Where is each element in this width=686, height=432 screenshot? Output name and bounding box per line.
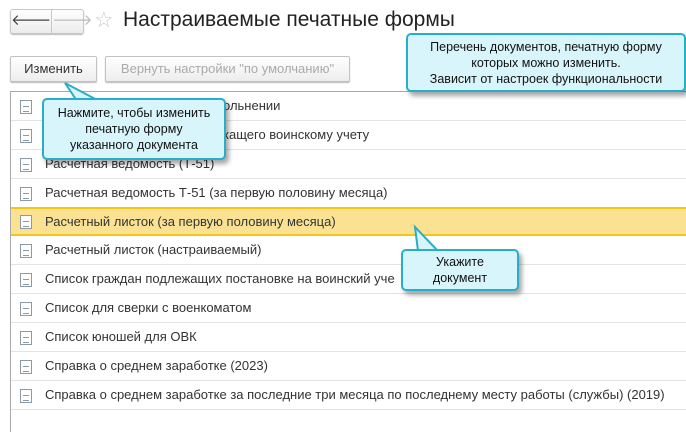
list-item-selected[interactable]: Расчетный листок (за первую половину мес… [11, 207, 686, 236]
favorite-star-icon[interactable]: ☆ [94, 7, 114, 33]
back-button[interactable]: 🡐 [11, 10, 53, 33]
reset-defaults-button[interactable]: Вернуть настройки "по умолчанию" [105, 56, 350, 82]
list-hint-tooltip: Перечень документов, печатную форму котор… [406, 33, 686, 92]
select-hint-tooltip: Укажите документ [401, 249, 519, 291]
document-icon [20, 302, 32, 316]
document-icon [20, 129, 32, 143]
list-item[interactable]: Справка о среднем заработке за последние… [11, 381, 686, 410]
document-icon [20, 389, 32, 403]
list-item[interactable]: Расчетная ведомость Т-51 (за первую поло… [11, 179, 686, 208]
document-icon [20, 360, 32, 374]
document-icon [20, 187, 32, 201]
list-item[interactable]: Список граждан подлежащих постановке на … [11, 265, 686, 294]
navigation-buttons: 🡐 🡒 [10, 9, 92, 34]
forward-button[interactable]: 🡒 [52, 10, 92, 33]
list-item[interactable]: Справка о среднем заработке (2023) [11, 352, 686, 381]
document-icon [20, 215, 32, 229]
document-icon [20, 273, 32, 287]
edit-hint-tooltip: Нажмите, чтобы изменить печатную форму ука… [42, 98, 226, 160]
page-title: Настраиваемые печатные формы [123, 8, 455, 31]
list-item[interactable]: Список для сверки с военкоматом [11, 294, 686, 323]
document-icon [20, 158, 32, 172]
document-icon [20, 244, 32, 258]
document-icon [20, 331, 32, 345]
edit-button[interactable]: Изменить [10, 56, 97, 82]
list-item[interactable]: Список юношей для ОВК [11, 323, 686, 352]
list-item[interactable]: Расчетный листок (настраиваемый) [11, 236, 686, 265]
document-icon [20, 100, 32, 114]
